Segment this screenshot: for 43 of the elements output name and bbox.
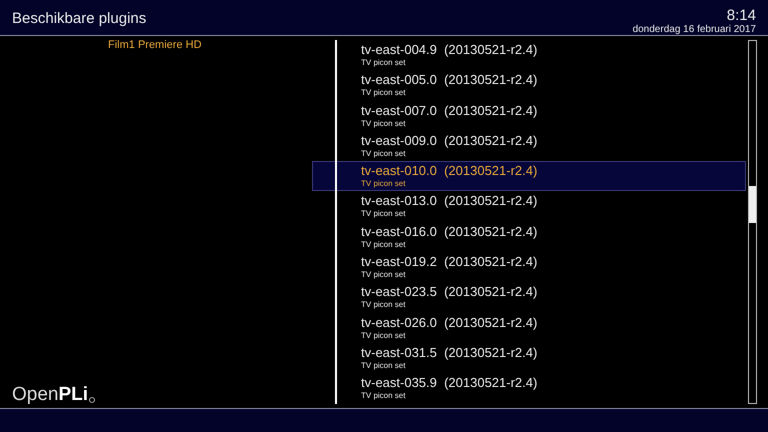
plugin-description: TV picon set (361, 209, 406, 218)
plugin-description: TV picon set (361, 391, 406, 400)
openpli-logo: OpenPLi (12, 384, 312, 406)
plugin-item[interactable]: tv-east-023.5 (20130521-r2.4) TV picon set (312, 282, 746, 313)
plugin-description: TV picon set (361, 270, 406, 280)
window-title: Beschikbare plugins (12, 9, 146, 29)
date-text: donderdag 16 februari 2017 (632, 24, 756, 35)
plugin-description: TV picon set (361, 300, 406, 310)
clock-time: 8:14 (726, 8, 756, 24)
plugin-item[interactable]: tv-east-035.9 (20130521-r2.4) TV picon set (312, 373, 746, 404)
plugin-name: tv-east-026.0 (20130521-r2.4) (361, 314, 538, 331)
plugin-name: tv-east-005.0 (20130521-r2.4) (361, 72, 538, 88)
plugin-item[interactable]: tv-east-013.0 (20130521-r2.4) TV picon set (312, 191, 746, 222)
plugin-description: TV picon set (361, 179, 406, 188)
plugin-name: tv-east-023.5 (20130521-r2.4) (361, 284, 538, 300)
scrollbar-thumb[interactable] (749, 186, 756, 223)
plugin-item[interactable]: tv-east-026.0 (20130521-r2.4) TV picon set (312, 312, 746, 343)
plugin-description: TV picon set (361, 330, 406, 340)
plugin-item[interactable]: tv-east-031.5 (20130521-r2.4) TV picon set (312, 342, 746, 374)
channel-name: Film1 Premiere HD (108, 38, 203, 53)
plugin-description: TV picon set (361, 240, 406, 249)
plugin-item[interactable]: tv-east-010.0 (20130521-r2.4) TV picon set (312, 161, 746, 192)
plugin-name: tv-east-013.0 (20130521-r2.4) (361, 193, 538, 210)
plugin-item[interactable]: tv-east-005.0 (20130521-r2.4) TV picon set (312, 70, 746, 101)
plugin-item[interactable]: tv-east-016.0 (20130521-r2.4) TV picon set (312, 222, 746, 252)
plugin-description: TV picon set (361, 58, 406, 67)
plugin-name: tv-east-004.9 (20130521-r2.4) (361, 42, 538, 58)
plugin-item[interactable]: tv-east-004.9 (20130521-r2.4) TV picon set (312, 40, 746, 70)
plugin-name: tv-east-035.9 (20130521-r2.4) (361, 375, 538, 392)
plugin-name: tv-east-009.0 (20130521-r2.4) (361, 132, 538, 149)
plugin-description: TV picon set (361, 118, 406, 128)
plugin-description: TV picon set (361, 148, 406, 158)
plugin-name: tv-east-016.0 (20130521-r2.4) (361, 224, 538, 240)
plugin-description: TV picon set (361, 88, 406, 98)
plugin-name: tv-east-019.2 (20130521-r2.4) (361, 254, 538, 270)
scrollbar[interactable] (748, 40, 757, 404)
plugin-name: tv-east-031.5 (20130521-r2.4) (361, 344, 538, 361)
plugin-item[interactable]: tv-east-009.0 (20130521-r2.4) TV picon set (312, 130, 746, 162)
plugin-description: TV picon set (361, 360, 406, 370)
plugin-name: tv-east-010.0 (20130521-r2.4) (361, 163, 538, 180)
plugin-item[interactable]: tv-east-007.0 (20130521-r2.4) TV picon set (312, 100, 746, 131)
plugin-item[interactable]: tv-east-019.2 (20130521-r2.4) TV picon set (312, 252, 746, 282)
plugin-name: tv-east-007.0 (20130521-r2.4) (361, 102, 538, 119)
